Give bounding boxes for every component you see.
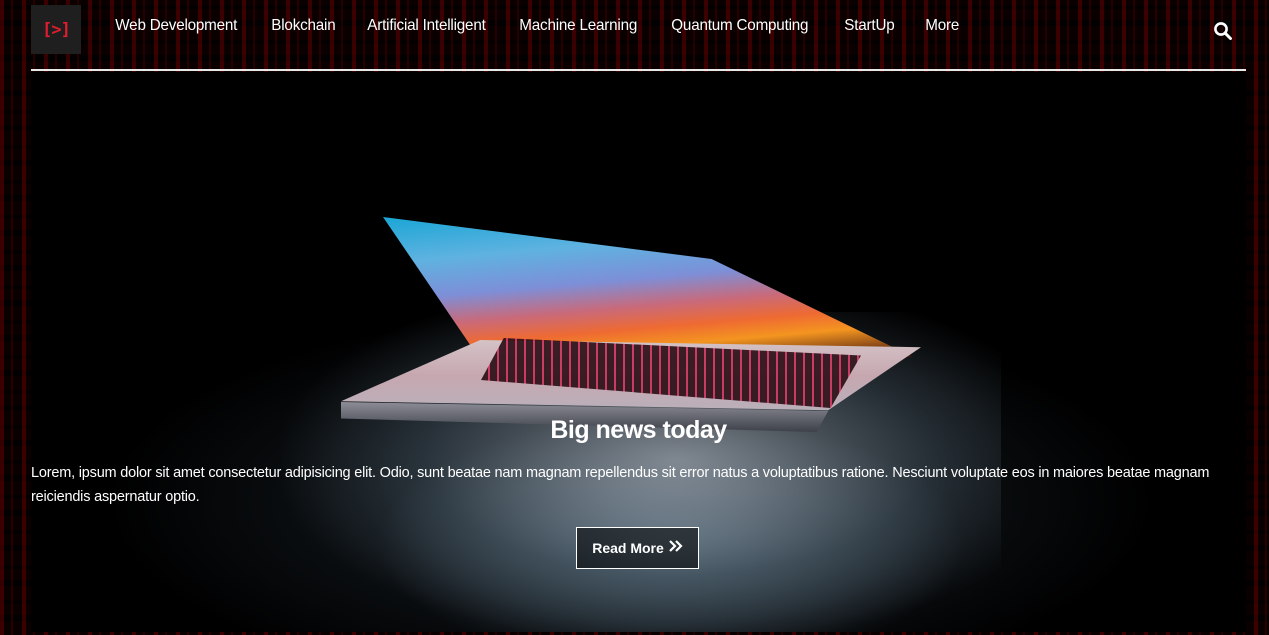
search-icon[interactable] [1213, 21, 1233, 41]
hero-description: Lorem, ipsum dolor sit amet consectetur … [31, 465, 1210, 505]
hero-title: Big news today [550, 416, 727, 444]
header-divider [31, 69, 1246, 71]
nav-item-machine-learning[interactable]: Machine Learning [506, 17, 650, 35]
nav-item-quantum-computing[interactable]: Quantum Computing [658, 17, 822, 35]
nav-item-blokchain[interactable]: Blokchain [258, 17, 349, 35]
nav-item-web-development[interactable]: Web Development [102, 17, 251, 35]
nav-item-more[interactable]: More [912, 17, 972, 35]
read-more-label: Read More [592, 540, 664, 556]
main-nav: Web Development Blokchain Artificial Int… [102, 17, 975, 35]
nav-item-artificial-intelligent[interactable]: Artificial Intelligent [354, 17, 499, 35]
double-chevron-right-icon [669, 540, 683, 556]
logo-text: [>] [42, 19, 71, 40]
read-more-button[interactable]: Read More [576, 527, 699, 569]
nav-item-startup[interactable]: StartUp [831, 17, 908, 35]
site-logo[interactable]: [>] [31, 5, 81, 54]
